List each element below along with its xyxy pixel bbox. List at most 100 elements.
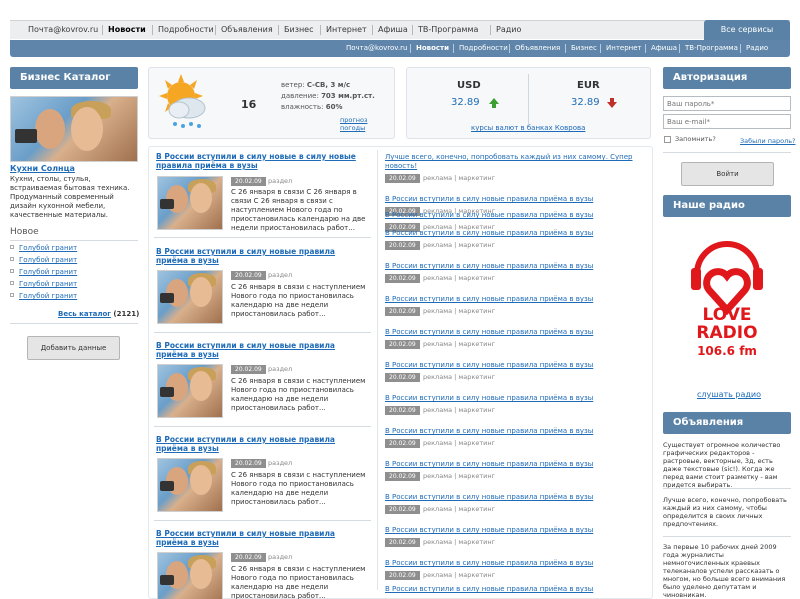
top-nav-news[interactable]: Новости bbox=[108, 25, 146, 34]
pressure-label: давление: bbox=[281, 92, 319, 100]
remember-checkbox[interactable] bbox=[664, 136, 671, 143]
news-title-link[interactable]: В России вступили в силу новые правила п… bbox=[156, 341, 366, 359]
top-nav-afisha[interactable]: Афиша bbox=[378, 25, 408, 34]
top-nav-mail[interactable]: Почта@kovrov.ru bbox=[28, 25, 98, 34]
news-list-link[interactable]: В России вступили в силу новые правила п… bbox=[385, 493, 593, 501]
all-services-button[interactable]: Все сервисы bbox=[704, 20, 790, 40]
list-item: Голубой гранит bbox=[10, 280, 138, 292]
news-list-link[interactable]: В России вступили в силу новые правила п… bbox=[385, 427, 593, 435]
news-date: 20.02.09 bbox=[385, 538, 420, 547]
news-tags: реклама | маркетинг bbox=[423, 505, 496, 513]
divider bbox=[102, 25, 103, 35]
news-list-link[interactable]: В России вступили в силу новые правила п… bbox=[385, 394, 593, 402]
top-nav-business[interactable]: Бизнес bbox=[284, 25, 314, 34]
listen-radio-link[interactable]: слушать радио bbox=[697, 390, 761, 399]
news-date: 20.02.09 bbox=[385, 241, 420, 250]
sub-nav-ads[interactable]: Объявления bbox=[515, 44, 560, 52]
sub-nav-details[interactable]: Подробности bbox=[459, 44, 508, 52]
news-photo[interactable] bbox=[157, 552, 223, 599]
news-list-link[interactable]: В России вступили в силу новые правила п… bbox=[385, 229, 593, 237]
login-button[interactable]: Войти bbox=[681, 162, 774, 186]
forgot-password-link[interactable]: Забыли пароль? bbox=[740, 137, 796, 145]
news-tags: реклама | маркетинг bbox=[423, 174, 496, 182]
news-list-link[interactable]: В России вступили в силу новые правила п… bbox=[385, 460, 593, 468]
news-list-link[interactable]: В России вступили в силу новые правила п… bbox=[385, 195, 593, 203]
top-nav-ads[interactable]: Объявления bbox=[221, 25, 273, 34]
top-nav-radio[interactable]: Радио bbox=[496, 25, 521, 34]
divider bbox=[600, 44, 601, 53]
biz-photo[interactable] bbox=[10, 96, 138, 162]
sub-nav-radio[interactable]: Радио bbox=[746, 44, 768, 52]
news-snippet: С 26 января в связи с наступлением Новог… bbox=[231, 377, 366, 412]
tag-label: маркетинг bbox=[458, 307, 496, 315]
love-radio-logo[interactable]: LOVE RADIO 106.6 fm bbox=[663, 222, 791, 382]
tag-label: реклама bbox=[423, 472, 453, 480]
camera-icon bbox=[160, 293, 174, 303]
news-list-link[interactable]: В России вступили в силу новые правила п… bbox=[385, 585, 593, 593]
news-photo[interactable] bbox=[157, 364, 223, 418]
list-item: Голубой гранит bbox=[10, 268, 138, 280]
sub-nav-business[interactable]: Бизнес bbox=[571, 44, 597, 52]
news-photo[interactable] bbox=[157, 176, 223, 230]
logo-radio-text: RADIO bbox=[696, 323, 758, 343]
humidity-value: 60% bbox=[325, 103, 343, 111]
news-list-link[interactable]: В России вступили в силу новые правила п… bbox=[385, 559, 593, 567]
news-title-link[interactable]: В России вступили в силу новые правила п… bbox=[156, 529, 366, 547]
news-tags: реклама | маркетинг bbox=[423, 241, 496, 249]
forecast-link[interactable]: прогноз погоды bbox=[340, 116, 394, 132]
email-field[interactable] bbox=[663, 114, 791, 129]
tag-label: маркетинг bbox=[458, 538, 496, 546]
sub-nav-internet[interactable]: Интернет bbox=[606, 44, 642, 52]
news-list-link[interactable]: В России вступили в силу новые правила п… bbox=[385, 526, 593, 534]
add-data-button[interactable]: Добавить данные bbox=[27, 336, 120, 360]
radio-header: Наше радио bbox=[663, 195, 791, 217]
top-nav-internet[interactable]: Интернет bbox=[326, 25, 367, 34]
ad-text: Лучше всего, конечно, попробовать каждый… bbox=[663, 496, 787, 528]
top-nav-tv[interactable]: ТВ-Программа bbox=[418, 25, 478, 34]
sub-nav-afisha[interactable]: Афиша bbox=[651, 44, 677, 52]
camera-icon bbox=[160, 199, 174, 209]
news-tags: реклама | маркетинг bbox=[423, 274, 496, 282]
new-item-link[interactable]: Голубой гранит bbox=[19, 280, 77, 288]
divider bbox=[663, 536, 791, 537]
news-list-link[interactable]: В России вступили в силу новые правила п… bbox=[385, 361, 593, 369]
divider bbox=[565, 44, 566, 53]
new-item-link[interactable]: Голубой гранит bbox=[19, 244, 77, 252]
list-item: В России вступили в силу новые правила п… bbox=[385, 295, 641, 317]
news-title-link[interactable]: В России вступили в силу новые правила п… bbox=[156, 435, 366, 453]
list-item: Лучше всего, конечно, попробовать каждый… bbox=[385, 153, 641, 183]
news-photo[interactable] bbox=[157, 458, 223, 512]
news-title-link[interactable]: В России вступили в силу новые в силу но… bbox=[156, 152, 366, 170]
news-date: 20.02.09 bbox=[385, 472, 420, 481]
news-list-link[interactable]: В России вступили в силу новые правила п… bbox=[385, 211, 593, 219]
biz-company-link[interactable]: Кухни Солнца bbox=[10, 164, 75, 173]
news-tags: реклама | маркетинг bbox=[423, 439, 496, 447]
top-nav-details[interactable]: Подробности bbox=[158, 25, 214, 34]
news-tags: реклама | маркетинг bbox=[423, 307, 496, 315]
bank-rates-link[interactable]: курсы валют в банках Коврова bbox=[471, 124, 585, 132]
sub-nav-tv[interactable]: ТВ-Программа bbox=[685, 44, 738, 52]
ad-text: Существует огромное количество графическ… bbox=[663, 441, 781, 489]
news-photo[interactable] bbox=[157, 270, 223, 324]
list-item: В России вступили в силу новые правила п… bbox=[385, 328, 641, 350]
face-shape bbox=[35, 109, 65, 149]
list-item: В России вступили в силу новые правила п… bbox=[385, 460, 641, 482]
tag-label: маркетинг bbox=[458, 274, 496, 282]
list-item: В России вступили в силу новые правила п… bbox=[385, 361, 641, 383]
all-catalog-link[interactable]: Весь каталог bbox=[58, 310, 111, 318]
news-title-link[interactable]: В России вступили в силу новые правила п… bbox=[156, 247, 366, 265]
new-item-link[interactable]: Голубой гранит bbox=[19, 292, 77, 300]
news-list-link[interactable]: В России вступили в силу новые правила п… bbox=[385, 262, 593, 270]
password-field[interactable] bbox=[663, 96, 791, 111]
lead-news-link[interactable]: Лучше всего, конечно, попробовать каждый… bbox=[385, 153, 635, 171]
new-item-link[interactable]: Голубой гранит bbox=[19, 256, 77, 264]
news-list-link[interactable]: В России вступили в силу новые правила п… bbox=[385, 328, 593, 336]
news-date: 20.02.09 bbox=[385, 406, 420, 415]
camera-icon bbox=[160, 387, 174, 397]
tag-label: маркетинг bbox=[458, 340, 496, 348]
currency-panel: USD 32.89 EUR 32.89 курсы валют в банках… bbox=[406, 67, 651, 139]
new-item-link[interactable]: Голубой гранит bbox=[19, 268, 77, 276]
sub-nav-mail[interactable]: Почта@kovrov.ru bbox=[346, 44, 407, 52]
sub-nav-news[interactable]: Новости bbox=[416, 44, 449, 52]
news-list-link[interactable]: В России вступили в силу новые правила п… bbox=[385, 295, 593, 303]
